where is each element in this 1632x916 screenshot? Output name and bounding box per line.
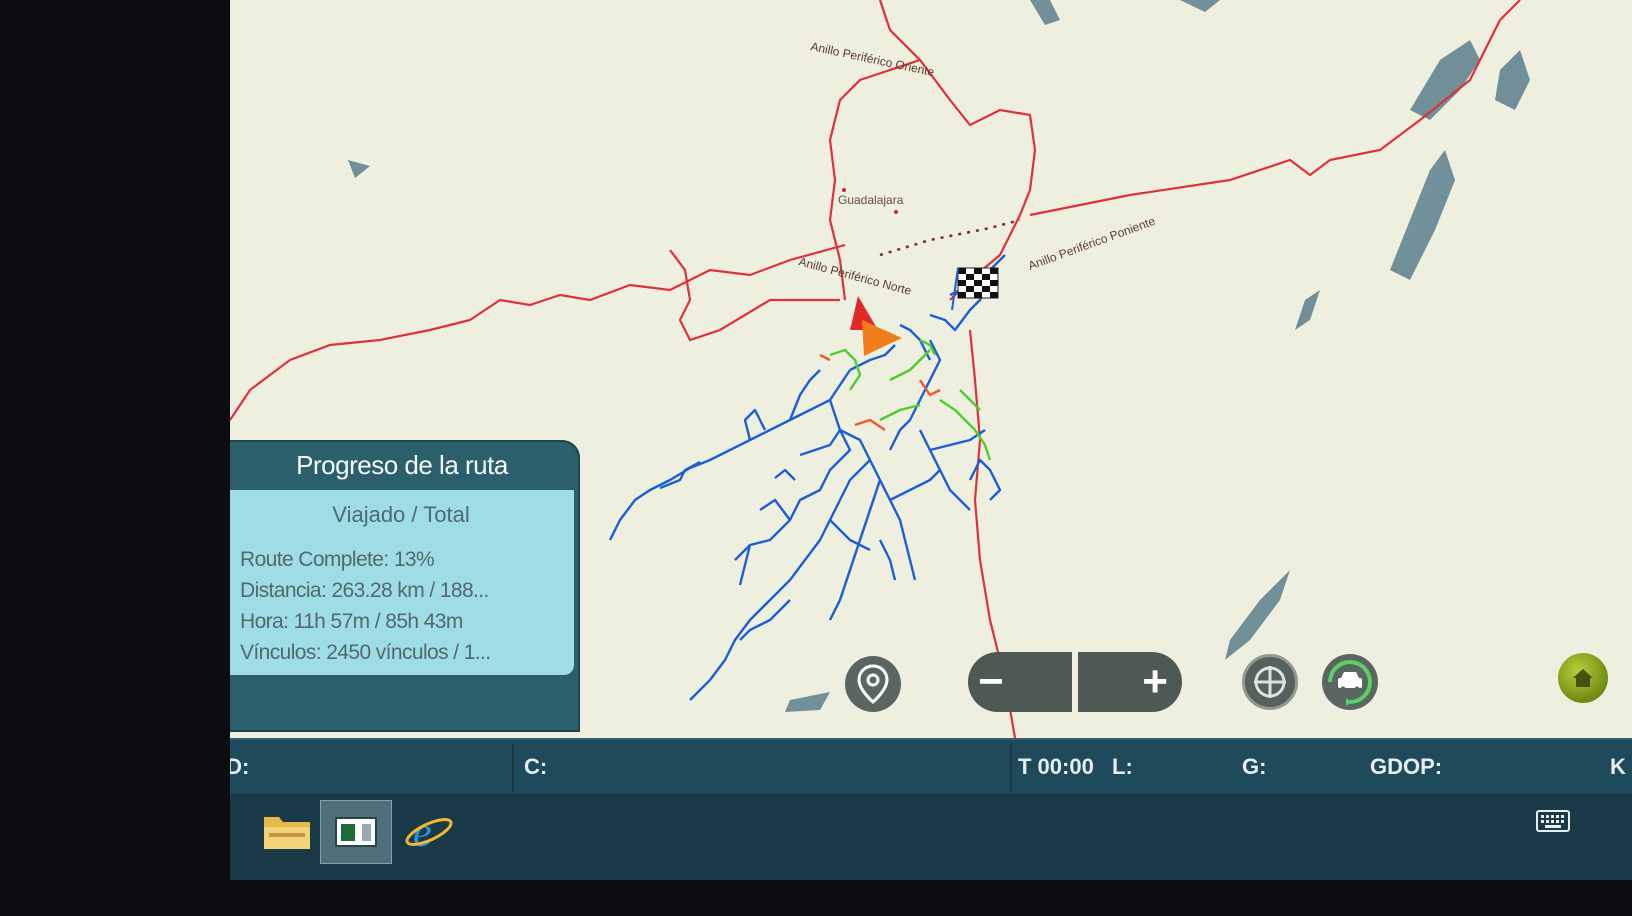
- location-pin-icon: [845, 656, 901, 712]
- internet-explorer-icon: e: [405, 810, 453, 854]
- zoom-in-button[interactable]: +: [1078, 652, 1182, 712]
- status-divider: [512, 744, 514, 792]
- map-view[interactable]: Anillo Periférico Oriente Anillo Perifér…: [230, 0, 1632, 738]
- crosshair-icon: [1254, 666, 1286, 698]
- zoom-controls: − +: [968, 652, 1182, 712]
- route-complete-text: Route Complete: 13%: [240, 548, 435, 571]
- vehicle-follow-icon: [1322, 654, 1378, 710]
- app-screen: Anillo Periférico Oriente Anillo Perifér…: [230, 0, 1632, 880]
- route-network-blue: [608, 254, 1006, 701]
- taskbar-internet-explorer[interactable]: e: [394, 800, 464, 862]
- app-window-icon: [335, 817, 377, 847]
- links-text: Vínculos: 2450 vínculos / 1...: [240, 641, 491, 664]
- home-icon: [1573, 669, 1593, 687]
- distance-text: Distancia: 263.28 km / 188...: [240, 579, 489, 602]
- taskbar-app-window[interactable]: [320, 800, 392, 864]
- center-map-button[interactable]: [1242, 654, 1298, 710]
- road-label-oriente: Anillo Periférico Oriente: [809, 39, 936, 79]
- taskbar-keyboard-button[interactable]: [1536, 808, 1570, 834]
- home-button[interactable]: [1558, 653, 1608, 703]
- road-label-poniente: Anillo Periférico Poniente: [1026, 214, 1157, 273]
- status-id-label: ID:: [230, 754, 250, 779]
- keyboard-icon: [1536, 810, 1570, 832]
- road-labels: Anillo Periférico Oriente Anillo Perifér…: [797, 39, 1157, 298]
- file-explorer-icon: [264, 817, 310, 849]
- city-label: Guadalajara: [838, 193, 904, 207]
- progress-subtitle: Viajado / Total: [332, 502, 470, 527]
- time-text: Hora: 11h 57m / 85h 43m: [240, 610, 463, 633]
- route-progress-panel: Progreso de la ruta Viajado / Total Rout…: [230, 440, 580, 732]
- taskbar: e: [230, 794, 1632, 880]
- status-k-label: K: [1610, 754, 1626, 779]
- status-c-label: C:: [524, 754, 548, 779]
- location-button[interactable]: [843, 654, 903, 714]
- road-label-norte: Anillo Periférico Norte: [797, 254, 913, 298]
- status-g-label: G:: [1242, 754, 1267, 779]
- status-bar: ID: C: T 00:00 L: G: GDOP: K: [230, 738, 1632, 796]
- status-divider: [1010, 744, 1012, 792]
- zoom-out-button[interactable]: −: [968, 652, 1072, 712]
- follow-vehicle-button[interactable]: [1320, 652, 1380, 712]
- historic-track: [879, 218, 1021, 257]
- status-gdop-label: GDOP:: [1370, 754, 1443, 779]
- status-l-label: L:: [1112, 754, 1133, 779]
- progress-title: Progreso de la ruta: [296, 450, 508, 480]
- taskbar-file-explorer[interactable]: [252, 800, 322, 862]
- status-t-label: T 00:00: [1018, 754, 1094, 779]
- progress-body: Viajado / Total Route Complete: 13% Dist…: [230, 490, 574, 675]
